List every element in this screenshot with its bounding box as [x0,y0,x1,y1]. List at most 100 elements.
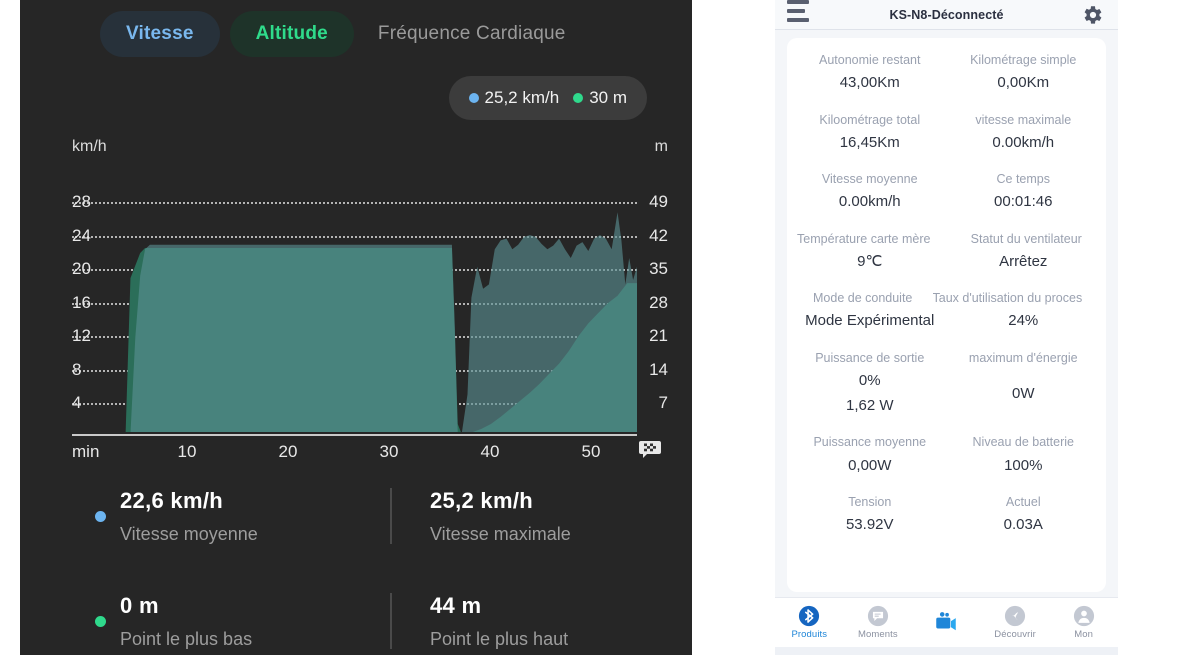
metric-label: Ce temps [996,172,1051,186]
metric-value: 0.00km/h [838,193,901,211]
device-dashboard-panel: KS-N8-Déconnecté Autonomie restant 43,00… [775,0,1118,655]
metric-row: Autonomie restant 43,00Km Kilométrage si… [793,52,1100,94]
series-area-vitesse [130,212,637,432]
stat-vitesse-maximale: 25,2 km/h Vitesse maximale [390,478,690,553]
metric-label: Taux d'utilisation du proces [932,291,1083,305]
metric-label: Vitesse moyenne [821,172,918,186]
x-tick-10: 10 [177,442,197,461]
nav-item-decouvrir[interactable]: Découvrir [981,605,1050,640]
metric-puissance-de-sortie: Puissance de sortie 0% 1,62 W [793,350,947,417]
phone-header: KS-N8-Déconnecté [775,0,1118,30]
video-camera-icon [936,611,957,630]
home-indicator-strip [775,647,1118,655]
metric-label: Mode de conduite [813,291,913,305]
metric-value: 0,00Km [997,74,1050,92]
chart-legend: 25,2 km/h 30 m [448,76,647,120]
nav-item-camera[interactable] [912,609,981,637]
y-tick-right-5: 14 [649,360,668,379]
chart[interactable]: km/h m 28 24 20 16 12 8 4 49 42 35 28 21… [52,138,672,438]
nav-item-moments[interactable]: Moments [844,605,913,640]
metric-actuel: Actuel 0.03A [947,494,1101,536]
stat-point-le-plus-haut: 44 m Point le plus haut [390,583,690,655]
metric-label: Niveau de batterie [972,435,1074,450]
y-tick-left-3: 16 [72,293,91,312]
stat-point-le-plus-haut-value: 44 m [430,593,482,618]
x-axis-unit: min [72,442,100,461]
y-tick-right-6: 7 [658,393,668,412]
nav-item-mon[interactable]: Mon [1049,605,1118,640]
metric-row: Puissance moyenne 0,00W Niveau de batter… [793,434,1100,476]
metric-label: Autonomie restant [819,53,921,67]
metric-value: 24% [1008,312,1039,330]
metric-value: 43,00Km [839,74,900,92]
metric-value: 9℃ [857,252,883,270]
x-tick-30: 30 [379,442,399,461]
metric-niveau-de-batterie: Niveau de batterie 100% [947,434,1101,476]
tab-vitesse-label: Vitesse [126,23,194,44]
metric-vitesse-moyenne: Vitesse moyenne 0.00km/h [793,171,947,213]
metric-row: Température carte mère 9℃ Statut du vent… [793,231,1100,273]
legend-speed-label: 25,2 km/h [484,88,560,107]
y-tick-left-4: 12 [72,326,91,345]
legend-dot-speed-icon [468,93,479,103]
nav-label: Moments [858,629,898,640]
metric-maximum-energie: maximum d'énergie 0W [947,350,1101,417]
stat-vitesse-maximale-label: Vitesse maximale [430,524,571,544]
metric-label: maximum d'énergie [968,350,1078,365]
stat-vitesse-moyenne-value: 22,6 km/h [120,488,223,513]
metric-taux-utilisation-processeur: Taux d'utilisation du proces 24% [933,290,1101,332]
metric-label: Puissance de sortie [815,350,925,365]
legend-altitude-label: 30 m [589,88,627,107]
y-axis-unit-left: km/h [72,138,107,155]
y-tick-right-4: 21 [649,326,668,345]
metric-puissance-moyenne: Puissance moyenne 0,00W [793,434,947,476]
metric-row: Tension 53.92V Actuel 0.03A [793,494,1100,536]
metric-value: 0W [1012,384,1035,402]
metric-label: Température carte mère [797,231,931,246]
metric-value: 0% [858,371,881,389]
nav-item-produits[interactable]: Produits [775,605,844,640]
legend-item-altitude: 30 m [573,88,627,108]
metric-label: Tension [848,494,892,509]
metric-value: 0.00km/h [992,133,1055,151]
metric-tabs: Vitesse Altitude Fréquence Cardiaque [100,11,580,57]
stat-point-le-plus-bas-value: 0 m [120,593,159,618]
metric-kilometrage-total: Kiloométrage total 16,45Km [793,112,947,154]
chat-bubble-icon [867,605,888,627]
metric-label: vitesse maximale [975,112,1072,127]
metrics-grid: Autonomie restant 43,00Km Kilométrage si… [787,38,1106,535]
checkered-flag-icon[interactable] [638,438,664,462]
tab-altitude[interactable]: Altitude [229,11,354,57]
person-icon [1073,605,1094,627]
summary-stats: 22,6 km/h Vitesse moyenne 25,2 km/h Vite… [90,478,690,655]
metric-row: Puissance de sortie 0% 1,62 W maximum d'… [793,350,1100,417]
gear-icon[interactable] [1080,3,1104,27]
metric-value: 0,00W [848,456,892,474]
stat-point-le-plus-bas-label: Point le plus bas [120,629,253,649]
device-title: KS-N8-Déconnecté [889,7,1004,22]
chart-series [125,212,637,432]
y-tick-left-5: 8 [72,360,82,379]
stat-bullet-altitude-icon [95,616,106,627]
legend-item-speed: 25,2 km/h [468,88,560,108]
stat-point-le-plus-bas: 0 m Point le plus bas [90,583,390,655]
bottom-navigation: Produits Moments Découvrir Mon [775,597,1118,647]
stat-row-speed: 22,6 km/h Vitesse moyenne 25,2 km/h Vite… [90,478,690,553]
tab-frequence-cardiaque-label: Fréquence Cardiaque [377,23,566,44]
metric-value: Arrêtez [999,252,1048,270]
x-tick-40: 40 [480,442,500,461]
metric-label: Puissance moyenne [813,435,927,450]
tab-vitesse[interactable]: Vitesse [100,11,220,57]
y-tick-left-6: 4 [72,393,82,412]
compass-icon [1004,605,1026,627]
tab-frequence-cardiaque[interactable]: Fréquence Cardiaque [364,11,580,57]
metric-value: 00:01:46 [994,193,1053,211]
stat-vitesse-moyenne-label: Vitesse moyenne [120,524,258,544]
metric-label: Kiloométrage total [819,112,921,127]
metric-label: Statut du ventilateur [970,231,1082,246]
tab-altitude-label: Altitude [255,23,328,44]
metric-label: Actuel [1005,494,1041,509]
metric-value: 16,45Km [839,133,900,151]
y-tick-left-1: 24 [72,226,91,245]
metric-kilometrage-simple: Kilométrage simple 0,00Km [947,52,1101,94]
